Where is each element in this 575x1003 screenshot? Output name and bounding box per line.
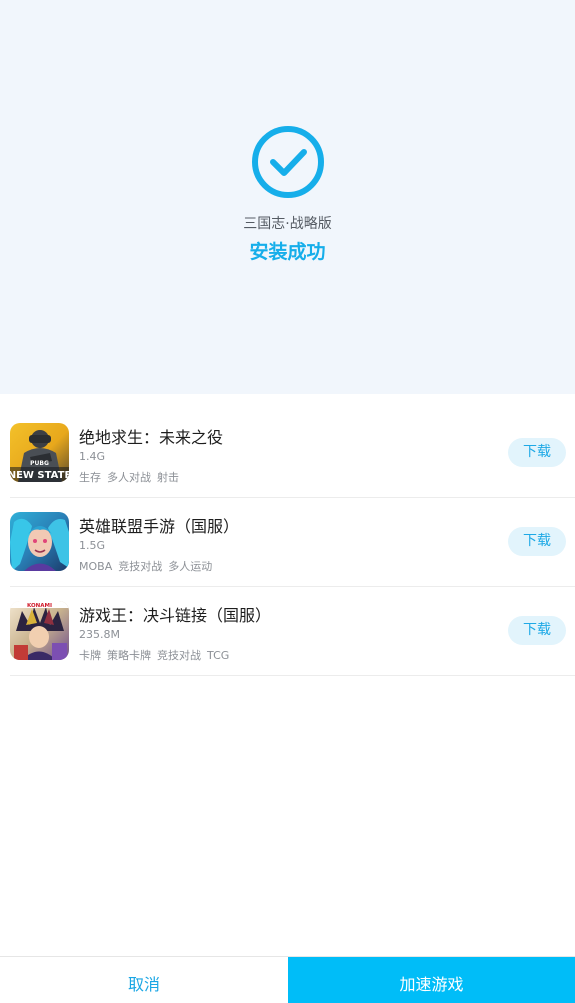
download-button[interactable]: 下载 bbox=[508, 438, 566, 467]
install-result-panel: 三国志·战略版 安装成功 bbox=[0, 0, 575, 394]
install-success-page: 三国志·战略版 安装成功 PUBG NEW STATE 绝地求生：未来之役 1.… bbox=[0, 0, 575, 1003]
list-item[interactable]: 英雄联盟手游（国服） 1.5G MOBA 竞技对战 多人运动 下载 bbox=[10, 498, 575, 587]
game-tag: MOBA bbox=[79, 560, 113, 573]
game-tag: 卡牌 bbox=[79, 649, 101, 662]
download-button[interactable]: 下载 bbox=[508, 527, 566, 556]
game-tag: TCG bbox=[207, 649, 230, 662]
game-tags: 卡牌 策略卡牌 竞技对战 TCG bbox=[79, 647, 235, 663]
list-item[interactable]: PUBG NEW STATE 绝地求生：未来之役 1.4G 生存 多人对战 射击 下… bbox=[10, 409, 575, 498]
game-tags: MOBA 竞技对战 多人运动 bbox=[79, 558, 218, 574]
list-item[interactable]: KONAMI 游戏王：决斗链接（国服） 235.8M 卡牌 策略卡牌 竞技对战 TCG… bbox=[10, 587, 575, 676]
game-tag: 多人运动 bbox=[168, 560, 213, 573]
game-size: 1.4G bbox=[79, 450, 106, 463]
recommended-games-list: PUBG NEW STATE 绝地求生：未来之役 1.4G 生存 多人对战 射击 下… bbox=[0, 409, 575, 676]
install-status-text: 安装成功 bbox=[249, 241, 326, 263]
game-tag: 策略卡牌 bbox=[107, 649, 151, 662]
cancel-button[interactable]: 取消 bbox=[0, 957, 288, 1003]
game-size: 1.5G bbox=[79, 539, 106, 552]
bottom-action-bar: 取消 加速游戏 bbox=[0, 956, 575, 1003]
game-tag: 竞技对战 bbox=[118, 560, 163, 573]
svg-text:PUBG: PUBG bbox=[30, 460, 49, 467]
game-tag: 多人对战 bbox=[107, 471, 151, 484]
pubg-new-state-icon[interactable]: PUBG NEW STATE bbox=[10, 423, 69, 482]
league-of-legends-icon[interactable] bbox=[10, 512, 69, 571]
download-button[interactable]: 下载 bbox=[508, 616, 566, 645]
installed-app-name: 三国志·战略版 bbox=[243, 216, 332, 232]
svg-text:KONAMI: KONAMI bbox=[27, 603, 52, 609]
yugioh-duel-links-icon[interactable]: KONAMI bbox=[10, 601, 69, 660]
checkmark-circle-icon bbox=[252, 126, 324, 198]
game-tags: 生存 多人对战 射击 bbox=[79, 469, 185, 485]
game-title[interactable]: 游戏王：决斗链接（国服） bbox=[79, 602, 271, 626]
game-tag: 生存 bbox=[79, 471, 101, 484]
game-tag: 射击 bbox=[157, 471, 179, 484]
game-title[interactable]: 绝地求生：未来之役 bbox=[79, 424, 223, 448]
svg-text:NEW STATE: NEW STATE bbox=[10, 470, 69, 481]
game-title[interactable]: 英雄联盟手游（国服） bbox=[79, 513, 239, 537]
accelerate-game-button[interactable]: 加速游戏 bbox=[288, 957, 575, 1003]
game-tag: 竞技对战 bbox=[157, 649, 201, 662]
game-size: 235.8M bbox=[79, 628, 120, 641]
